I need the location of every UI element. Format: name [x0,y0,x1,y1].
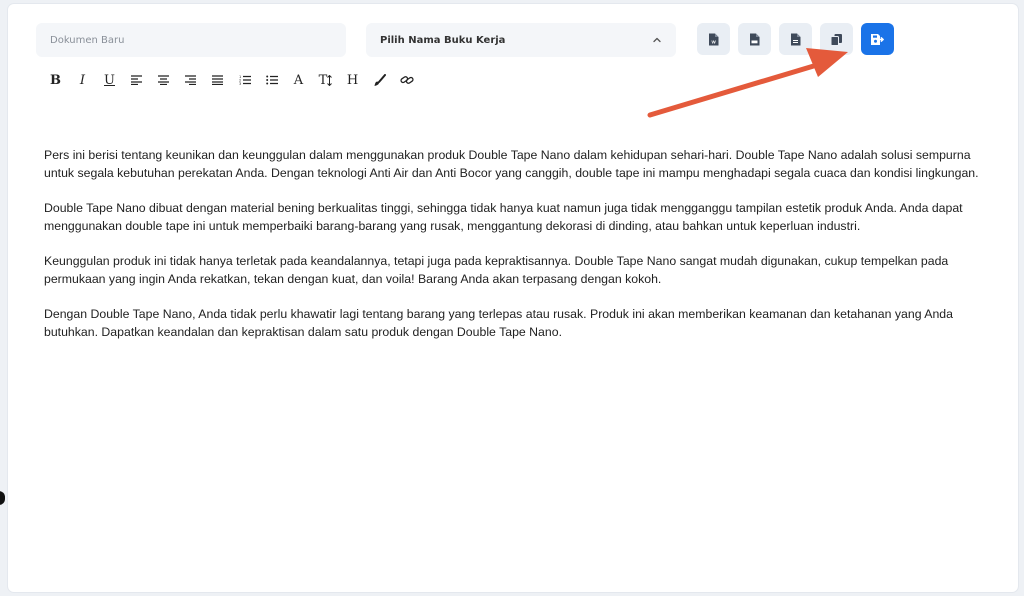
text-file-icon [791,33,801,45]
align-left-button[interactable] [123,70,150,90]
copy-icon [830,33,842,46]
link-button[interactable] [393,70,420,90]
svg-text:3: 3 [239,82,241,85]
editor-card: Pilih Nama Buku Kerja W [8,4,1018,592]
align-center-button[interactable] [150,70,177,90]
brush-button[interactable] [366,70,393,90]
pdf-file-icon [750,33,760,45]
svg-text:W: W [711,39,716,44]
bullet-list-button[interactable] [258,70,285,90]
align-left-icon [131,75,142,85]
export-word-button[interactable]: W [697,23,730,55]
font-color-button[interactable]: A [285,70,312,90]
content-paragraph: Dengan Double Tape Nano, Anda tidak perl… [44,307,953,339]
content-paragraph: Keunggulan produk ini tidak hanya terlet… [44,254,949,286]
export-pdf-button[interactable] [738,23,771,55]
resize-arrows-icon [327,74,333,86]
heading-icon: H [346,72,359,88]
copy-button[interactable] [820,23,853,55]
export-text-button[interactable] [779,23,812,55]
bullet-list-icon [265,75,278,85]
italic-icon: I [79,72,86,88]
underline-icon: U [104,72,115,88]
content-paragraph: Pers ini berisi tentang keunikan dan keu… [44,148,979,180]
save-file-icon [871,33,884,45]
document-content[interactable]: Pers ini berisi tentang keunikan dan keu… [44,146,984,358]
italic-button[interactable]: I [69,70,96,90]
chevron-up-icon [653,37,661,43]
ordered-list-button[interactable]: 1 2 3 [231,70,258,90]
ordered-list-icon: 1 2 3 [239,75,251,85]
font-color-icon: A [293,72,304,88]
formatting-toolbar: B I U 1 2 3 A T H [42,70,420,90]
underline-button[interactable]: U [96,70,123,90]
bold-icon: B [50,72,61,88]
align-right-icon [185,75,196,85]
edge-handle [0,491,5,505]
font-size-button[interactable]: T [312,70,339,90]
heading-button[interactable]: H [339,70,366,90]
link-icon [399,76,414,84]
word-file-icon: W [709,33,719,45]
font-size-icon: T [318,72,328,88]
align-justify-button[interactable] [204,70,231,90]
workbook-select-label: Pilih Nama Buku Kerja [380,34,506,46]
document-name-input[interactable] [36,23,346,57]
align-justify-icon [212,75,223,85]
save-document-button[interactable] [861,23,894,55]
paint-brush-icon [374,73,386,86]
bold-button[interactable]: B [42,70,69,90]
align-right-button[interactable] [177,70,204,90]
align-center-icon [158,75,169,85]
workbook-select[interactable]: Pilih Nama Buku Kerja [366,23,676,57]
content-paragraph: Double Tape Nano dibuat dengan material … [44,201,963,233]
export-actions: W [697,23,894,55]
